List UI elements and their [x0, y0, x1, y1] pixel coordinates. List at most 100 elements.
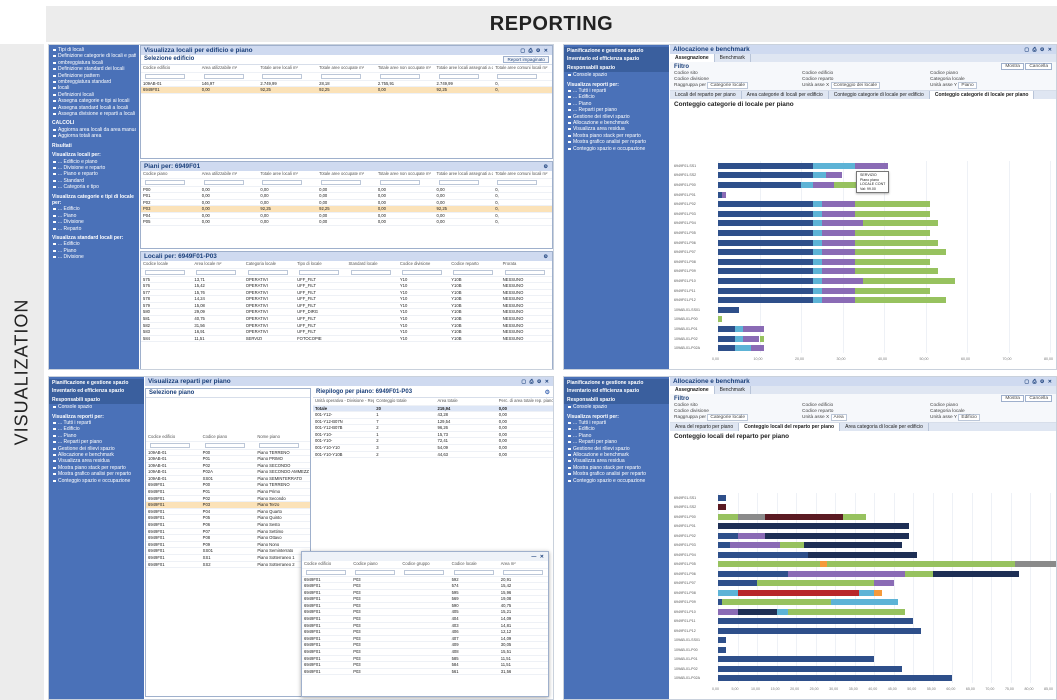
bar-segment[interactable]: [827, 561, 1015, 568]
bar-segment[interactable]: [821, 201, 855, 208]
bar-segment[interactable]: [718, 172, 814, 179]
bar-segment[interactable]: [874, 580, 894, 587]
bar-segment[interactable]: [742, 335, 760, 342]
nav-item[interactable]: Pianificazione e gestione spazio: [49, 379, 144, 388]
column-header[interactable]: Totale aree non occupate m²: [375, 65, 435, 73]
bar-segment[interactable]: [780, 542, 804, 549]
site-field-label[interactable]: Codice sito: [674, 403, 796, 408]
table-row[interactable]: Totale 20 219,94 0,00: [313, 405, 553, 413]
column-header[interactable]: Totale aree non occupate m²: [375, 171, 435, 179]
bar-segment[interactable]: [718, 268, 814, 275]
table-row[interactable]: 6949F01 P03 406 12,12: [302, 628, 548, 636]
site-field-label[interactable]: Codice sito: [674, 71, 796, 76]
table-row[interactable]: 6949F01 P03 409 30,05: [302, 641, 548, 650]
tab[interactable]: Area categorie di locali per edificio: [742, 91, 829, 99]
table-row[interactable]: 109AB-01 P01 Piano PRIMO: [146, 455, 310, 463]
tab[interactable]: Benchmark: [715, 54, 751, 62]
tab[interactable]: Conteggio categorie di locale per piano: [929, 91, 1035, 99]
settings-icon[interactable]: ⚙: [544, 254, 549, 260]
bar-segment[interactable]: [722, 191, 727, 198]
column-filter-input[interactable]: [321, 179, 362, 185]
floor-field-label[interactable]: Codice piano: [930, 403, 1052, 408]
table-row[interactable]: P04 0,00 0,00 0,00 0,00 0,00 0,: [141, 212, 552, 220]
bar-segment[interactable]: [854, 287, 930, 294]
bar-segment[interactable]: [854, 162, 889, 169]
table-row[interactable]: 6949F01 P03 590 40,75: [302, 602, 548, 610]
bar-segment[interactable]: [813, 297, 822, 304]
column-header[interactable]: Totale aree occupate m²: [317, 65, 376, 73]
bar-segment[interactable]: [718, 608, 738, 615]
table-row[interactable]: 6949F01 SS1 Piano Sotterraneo 1: [146, 554, 310, 562]
bar-segment[interactable]: [718, 316, 723, 323]
column-filter-input[interactable]: [438, 73, 479, 79]
bar-segment[interactable]: [718, 287, 814, 294]
bar-segment[interactable]: [718, 589, 738, 596]
bar-segment[interactable]: [718, 665, 902, 672]
bar-segment[interactable]: [821, 210, 855, 217]
bar-segment[interactable]: [718, 532, 738, 539]
x-unit-select[interactable]: Area: [830, 414, 847, 421]
bar-segment[interactable]: [718, 561, 820, 568]
column-filter-input[interactable]: [262, 73, 303, 79]
table-row[interactable]: 109AB-01 SS01 Piano SEMINTERRATO: [146, 475, 310, 483]
table-row[interactable]: 6949F01 P03 403 14,81: [302, 622, 548, 630]
column-filter-input[interactable]: [401, 269, 442, 275]
column-filter-input[interactable]: [306, 569, 346, 575]
column-header[interactable]: Conteggio totale: [374, 398, 436, 406]
bar-segment[interactable]: [718, 542, 730, 549]
nav-item[interactable]: Inventario ed efficienza spazio: [564, 55, 669, 64]
show-button[interactable]: Mostra: [1001, 63, 1024, 70]
column-header[interactable]: Codice edificio: [141, 65, 200, 73]
bar-segment[interactable]: [821, 287, 855, 294]
column-header[interactable]: Prorata: [500, 261, 552, 269]
window-controls-icon[interactable]: ▢ ⎙ ⚙ ✕: [1024, 379, 1053, 385]
column-filter-input[interactable]: [497, 179, 538, 185]
table-row[interactable]: 109AB-01 P02 Piano SECONDO: [146, 462, 310, 470]
bar-segment[interactable]: [759, 335, 764, 342]
table-row[interactable]: 578 14,24 OPERATIVI UFF_FILT Y10 Y10B NESSUNO: [141, 295, 552, 303]
group-by-select[interactable]: Categorie locale: [707, 82, 749, 89]
column-header[interactable]: Unità operativa - Divisione - Reparto: [313, 398, 375, 406]
nav-item[interactable]: ... Categoria e tipo: [52, 184, 136, 190]
bar-segment[interactable]: [718, 162, 814, 169]
table-row[interactable]: 6949F01 P00 Piano TERRENO: [146, 481, 310, 490]
table-row[interactable]: 6949F01 0,00 92,25 92,25 0,00 92,25 0,: [141, 86, 552, 94]
bar-segment[interactable]: [813, 162, 855, 169]
table-row[interactable]: 584 11,51 SERVIZI FOTOCOPIE Y10 Y10B NESSUNO: [141, 335, 552, 343]
bar-segment[interactable]: [803, 542, 902, 549]
table-row[interactable]: P01 0,00 0,00 0,00 0,00 0,00 0,: [141, 192, 552, 200]
column-header[interactable]: Area m²: [498, 561, 548, 569]
y-unit-select[interactable]: Edificio: [958, 414, 980, 421]
table-row[interactable]: 6949F01 P03 574 15,42: [302, 582, 548, 590]
bar-segment[interactable]: [813, 249, 822, 256]
column-filter-input[interactable]: [404, 569, 445, 575]
table-row[interactable]: 6949F01 SS01 Piano Seminterrato: [146, 547, 310, 555]
tab[interactable]: Conteggio locali del reparto per piano: [739, 423, 841, 431]
bar-segment[interactable]: [718, 297, 814, 304]
table-row[interactable]: 6949F01 P05 Piano Quinto: [146, 514, 310, 523]
column-filter-input[interactable]: [204, 442, 245, 448]
table-row[interactable]: 109AB-01 P02A Piano SECONDO AMMEZZ: [146, 468, 310, 476]
column-filter-input[interactable]: [299, 269, 340, 275]
nav-item[interactable]: Conteggio spazio e occupazione: [567, 478, 666, 484]
close-icon[interactable]: — ✕: [531, 554, 545, 560]
column-filter-input[interactable]: [502, 569, 543, 575]
nav-item[interactable]: ... Divisione: [52, 254, 136, 260]
bar-segment[interactable]: [863, 220, 938, 227]
column-header[interactable]: Totale aree comuni locali m²: [493, 65, 552, 73]
table-row[interactable]: 6949F01 P03 408 15,51: [302, 648, 548, 656]
table-row[interactable]: 001-Y10- 1 15,73 0,00: [313, 431, 553, 439]
column-filter-input[interactable]: [262, 179, 303, 185]
table-row[interactable]: P00 0,00 0,00 0,00 0,00 0,00 0,: [141, 186, 552, 194]
nav-item[interactable]: Console spazio: [52, 404, 141, 410]
table-row[interactable]: 6949F01 P03 405 15,21: [302, 608, 548, 617]
bar-segment[interactable]: [788, 570, 906, 577]
bar-segment[interactable]: [737, 513, 765, 520]
nav-item[interactable]: Aggiorna totali area: [52, 133, 136, 139]
column-filter-input[interactable]: [379, 73, 420, 79]
nav-item[interactable]: Responsabili spazio: [49, 395, 144, 405]
bar-segment[interactable]: [718, 504, 726, 511]
tab[interactable]: Assegnazione: [670, 386, 715, 394]
table-row[interactable]: 6949F01 P03 584 11,51: [302, 661, 548, 669]
window-controls-icon[interactable]: ▢ ⎙ ⚙ ✕: [521, 379, 550, 385]
